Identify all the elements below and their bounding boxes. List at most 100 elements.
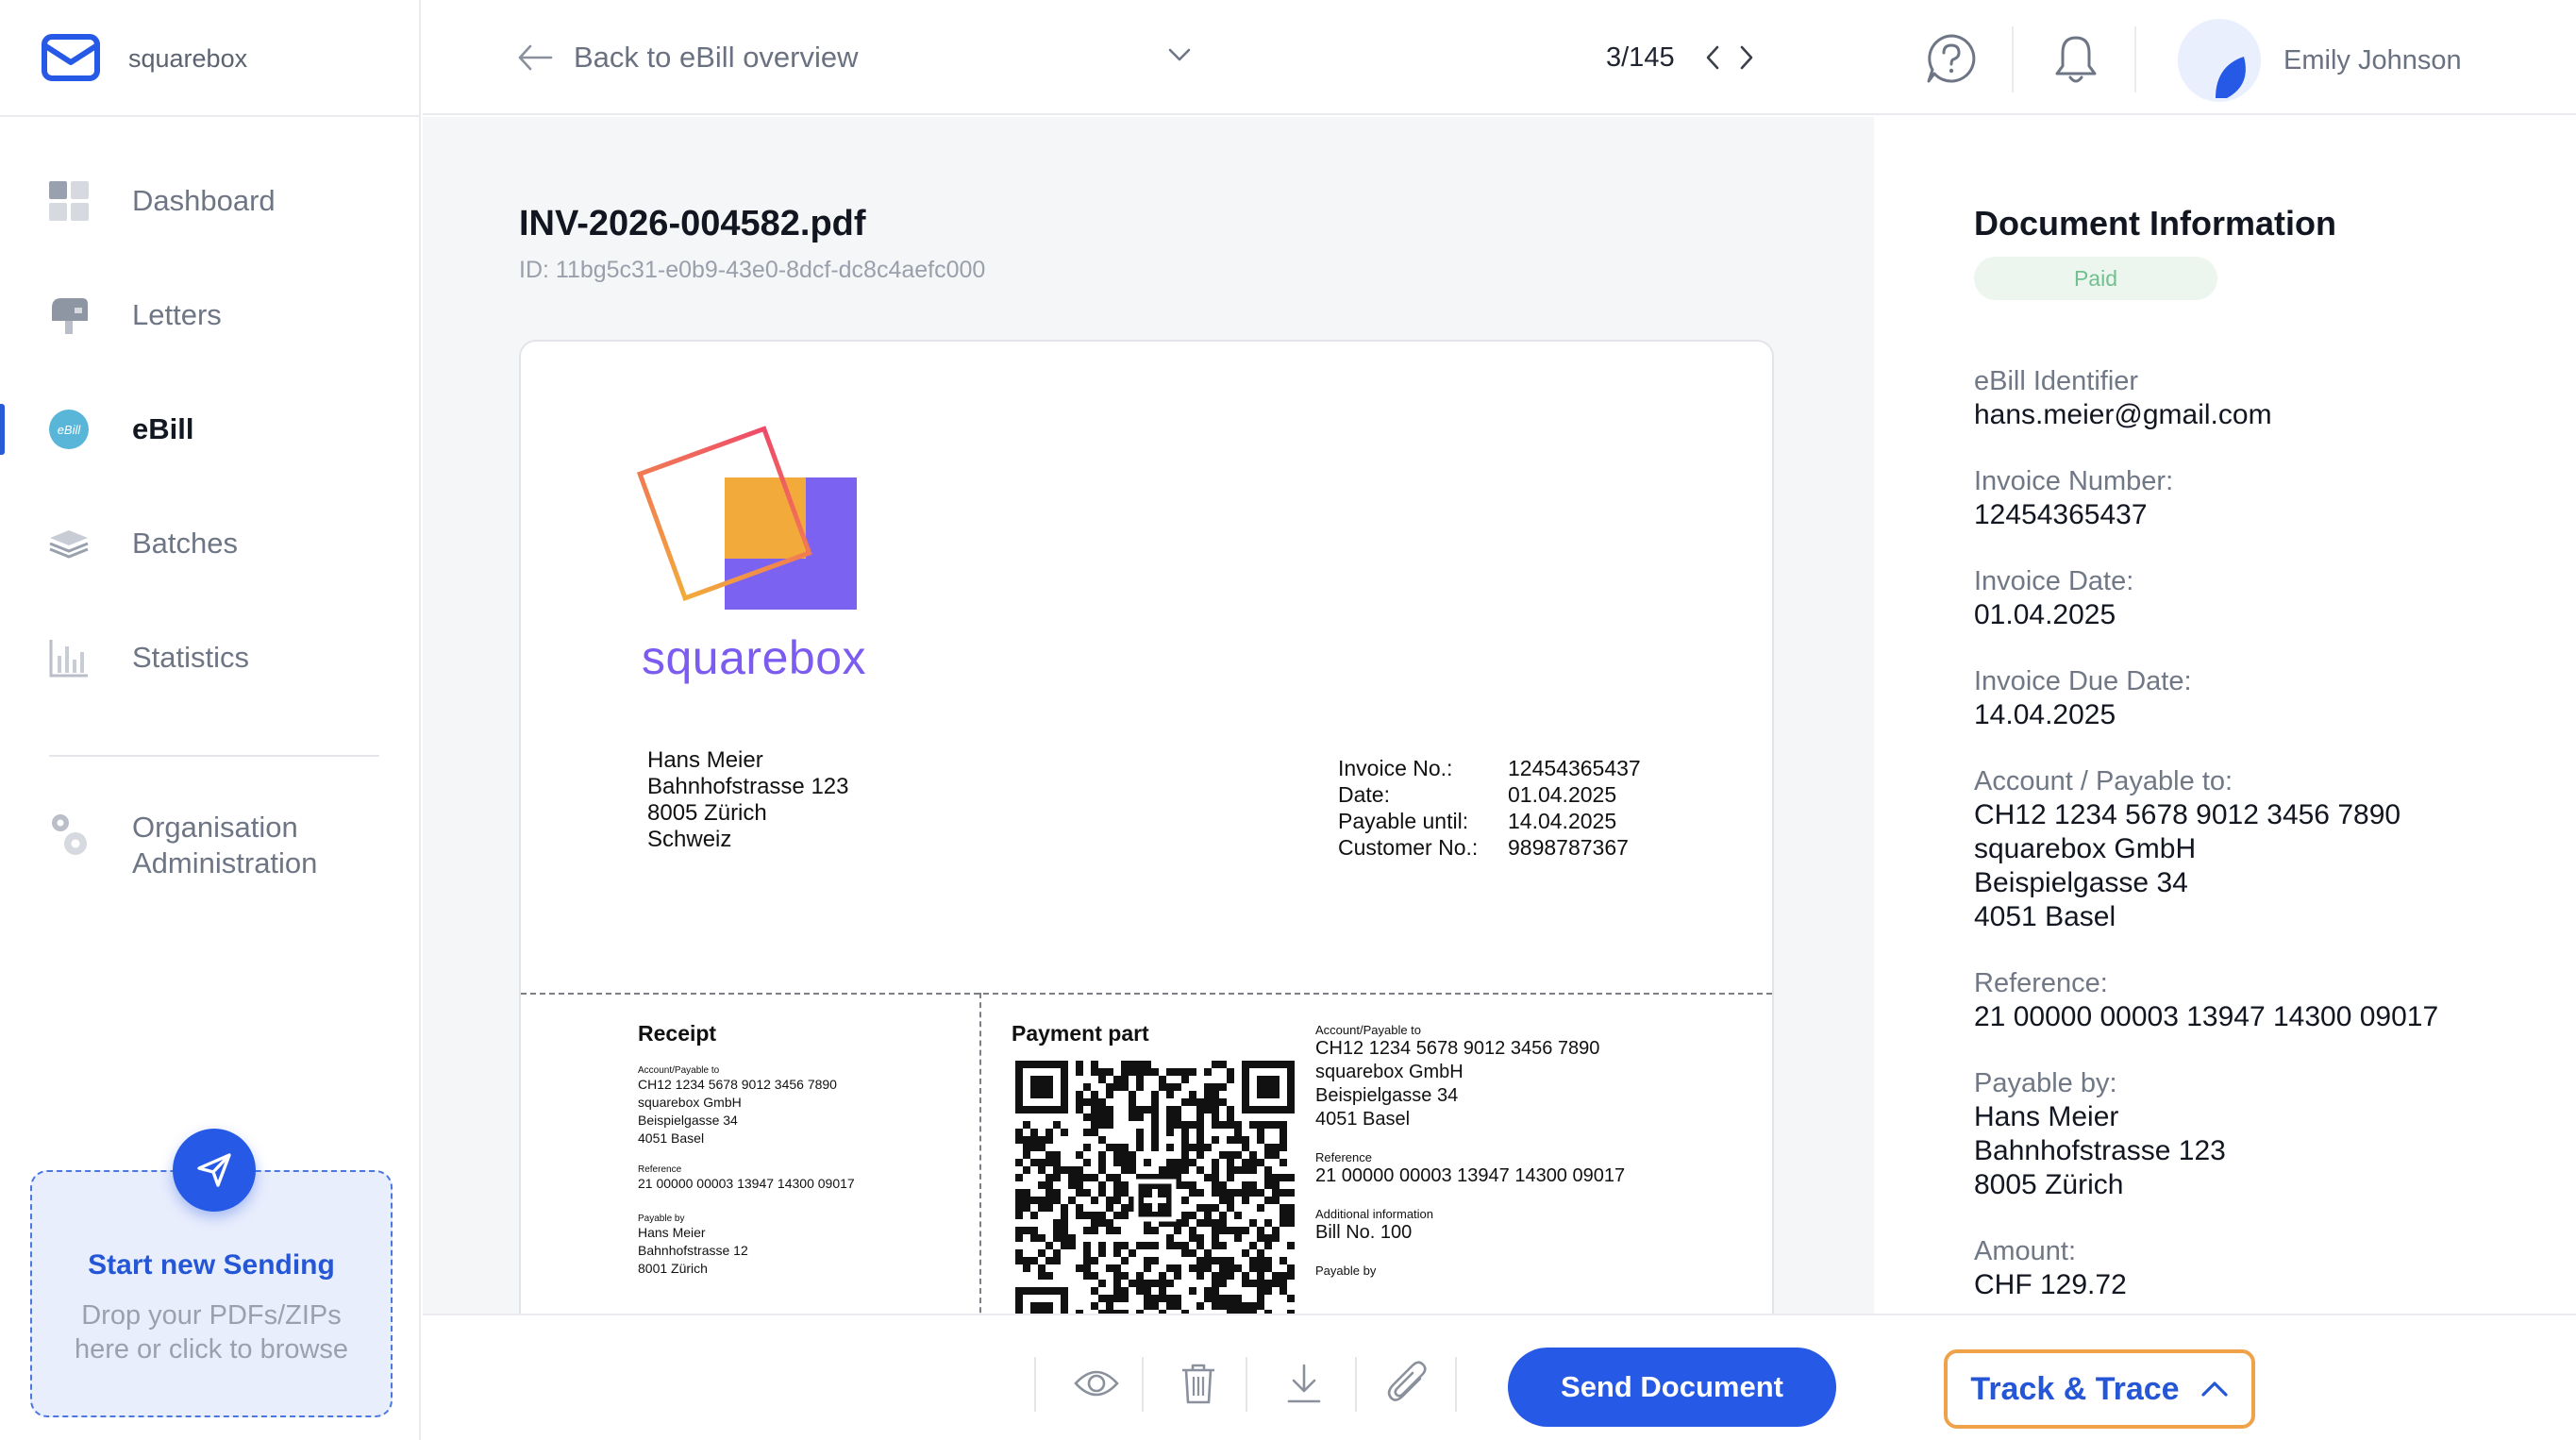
sidebar-item-label: Batches	[132, 527, 239, 560]
field-label: Amount:	[1974, 1236, 2076, 1266]
eye-icon	[1074, 1370, 1119, 1397]
download-button[interactable]	[1278, 1357, 1330, 1410]
field-label: Invoice Date:	[1974, 566, 2134, 596]
field-label: Reference:	[1974, 968, 2108, 998]
next-button[interactable]	[1730, 39, 1764, 76]
download-icon	[1287, 1364, 1321, 1403]
top-header: Back to eBill overview 3/145 Emily Johns…	[423, 0, 2576, 115]
divider	[1246, 1357, 1247, 1412]
payment-info: Account/Payable to CH12 1234 5678 9012 3…	[1315, 1023, 1625, 1278]
receipt-label: Reference	[638, 1164, 682, 1175]
delete-button[interactable]	[1172, 1357, 1225, 1410]
track-and-trace-button[interactable]: Track & Trace	[1944, 1349, 2255, 1429]
field-label: eBill Identifier	[1974, 366, 2139, 396]
payment-label: Additional information	[1315, 1207, 1434, 1221]
payment-line: 21 00000 00003 13947 14300 09017	[1315, 1165, 1626, 1186]
sidebar-nav: Dashboard Letters eBill eBill Batches St…	[0, 168, 421, 739]
field-label: Invoice Due Date:	[1974, 666, 2192, 696]
mailbox-icon	[47, 293, 91, 337]
field-label: Account / Payable to:	[1974, 766, 2233, 796]
meta-key: Invoice No.:	[1338, 756, 1453, 780]
meta-value: 14.04.2025	[1508, 809, 1617, 833]
invoice-preview[interactable]: squarebox Hans Meier Bahnhofstrasse 123 …	[519, 340, 1774, 1314]
receipt-label: Account/Payable to	[638, 1065, 720, 1076]
dashboard-icon	[47, 179, 91, 223]
perforation-line	[521, 993, 1772, 995]
recipient-address: Hans Meier Bahnhofstrasse 123 8005 Züric…	[647, 747, 848, 853]
sidebar-item-batches[interactable]: Batches	[0, 511, 421, 577]
meta-value: 12454365437	[1508, 756, 1641, 780]
arrow-left-icon	[518, 44, 553, 71]
field-value: hans.meier@gmail.com	[1974, 399, 2272, 430]
help-button[interactable]	[1925, 32, 1978, 85]
payment-label: Reference	[1315, 1150, 1372, 1164]
receipt-line: 4051 Basel	[638, 1130, 705, 1146]
address-line: 8005 Zürich	[647, 800, 767, 826]
sidebar-item-letters[interactable]: Letters	[0, 282, 421, 348]
send-document-button[interactable]: Send Document	[1508, 1348, 1836, 1427]
document-information-panel: Document Information Paid eBill Identifi…	[1876, 117, 2576, 1314]
sidebar-item-ebill[interactable]: eBill eBill	[0, 396, 421, 462]
pager-position: 3/145	[1606, 42, 1675, 73]
help-icon	[1927, 34, 1976, 83]
field-account-payable-to: Account / Payable to: CH12 1234 5678 901…	[1974, 764, 2559, 934]
attach-button[interactable]	[1381, 1357, 1434, 1410]
field-invoice-due-date: Invoice Due Date: 14.04.2025	[1974, 664, 2559, 732]
meta-row: Payable until: 14.04.2025	[1338, 808, 1641, 834]
receipt-line: CH12 1234 5678 9012 3456 7890	[638, 1077, 837, 1092]
receipt-title: Receipt	[638, 1021, 717, 1046]
field-value: 21 00000 00003 13947 14300 09017	[1974, 1001, 2439, 1032]
field-value: 4051 Basel	[1974, 901, 2116, 932]
receipt-line: Bahnhofstrasse 12	[638, 1243, 748, 1258]
sidebar-item-label: eBill	[132, 412, 194, 445]
field-label: Invoice Number:	[1974, 466, 2174, 496]
meta-key: Payable until:	[1338, 809, 1469, 833]
gears-icon	[47, 810, 91, 866]
notifications-button[interactable]	[2049, 32, 2102, 87]
meta-key: Customer No.:	[1338, 835, 1479, 860]
divider	[1455, 1357, 1457, 1412]
upload-subtitle: Drop your PDFs/ZIPs here or click to bro…	[74, 1300, 349, 1365]
payment-line: squarebox GmbH	[1315, 1062, 1464, 1082]
pager: 3/145	[1606, 34, 1764, 81]
send-icon	[197, 1153, 231, 1187]
trash-icon	[1182, 1364, 1214, 1404]
previous-button[interactable]	[1696, 39, 1730, 76]
field-value: CHF 129.72	[1974, 1269, 2127, 1300]
back-link[interactable]: Back to eBill overview	[517, 34, 859, 81]
sidebar-item-label: Dashboard	[132, 184, 276, 217]
field-value: Hans Meier	[1974, 1101, 2119, 1132]
qr-code-icon	[1015, 1061, 1295, 1314]
action-toolbar: Send Document Track & Trace	[423, 1314, 2576, 1440]
chevron-up-icon	[2200, 1381, 2228, 1397]
field-value: Bahnhofstrasse 123	[1974, 1135, 2226, 1166]
document-filename: INV-2026-004582.pdf	[519, 204, 866, 243]
preview-button[interactable]	[1070, 1357, 1123, 1410]
status-badge: Paid	[1974, 257, 2217, 300]
mail-logo-icon	[42, 34, 100, 81]
sidebar-item-statistics[interactable]: Statistics	[0, 625, 421, 691]
avatar-leaf-icon	[2216, 57, 2246, 98]
sidebar-item-dashboard[interactable]: Dashboard	[0, 168, 421, 234]
receipt-line: squarebox GmbH	[638, 1095, 742, 1110]
meta-value: 9898787367	[1508, 835, 1629, 860]
address-line: Hans Meier	[647, 747, 763, 773]
upload-dropzone[interactable]: Start new Sending Drop your PDFs/ZIPs he…	[30, 1129, 393, 1417]
receipt-line: Beispielgasse 34	[638, 1113, 738, 1128]
ebill-badge-text: eBill	[58, 423, 82, 437]
field-value: squarebox GmbH	[1974, 833, 2197, 864]
user-menu-toggle[interactable]	[1163, 38, 1196, 72]
sidebar-item-organisation-administration[interactable]: Organisation Administration	[47, 810, 377, 881]
logo-wordmark-b: box	[788, 631, 867, 684]
user-name: Emily Johnson	[2283, 45, 2462, 75]
logo-wordmark: squarebox	[642, 630, 866, 685]
user-menu[interactable]: Emily Johnson	[2178, 19, 2555, 102]
track-and-trace-label: Track & Trace	[1970, 1370, 2180, 1407]
bar-chart-icon	[47, 636, 91, 679]
field-value: 8005 Zürich	[1974, 1169, 2124, 1200]
field-value: 01.04.2025	[1974, 599, 2116, 630]
field-value: 14.04.2025	[1974, 699, 2116, 730]
brand[interactable]: squarebox	[42, 28, 247, 89]
chevron-left-icon	[1706, 45, 1718, 70]
send-button[interactable]	[173, 1129, 256, 1212]
